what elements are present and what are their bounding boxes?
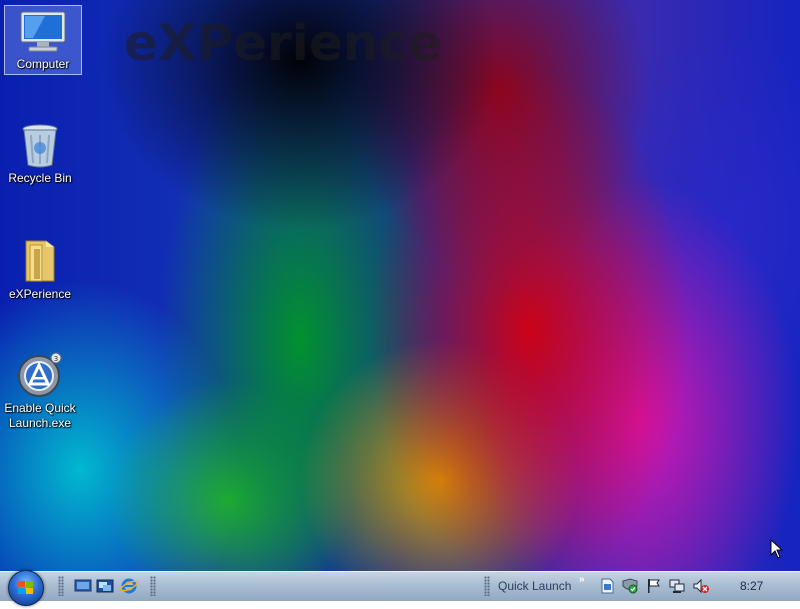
folder-icon <box>25 240 55 282</box>
network-icon[interactable] <box>668 578 686 594</box>
desktop-icon-label: Enable Quick Launch.exe <box>4 401 76 430</box>
start-orb-icon[interactable] <box>8 570 44 606</box>
wallpaper-wordmark: eXPerience <box>124 14 442 72</box>
desktop-icon-label: Recycle Bin <box>8 171 72 185</box>
toolbar-grip[interactable] <box>150 576 156 596</box>
action-center-flag-icon[interactable] <box>645 578 663 594</box>
toolbar-chevron-button[interactable]: » <box>579 574 585 585</box>
internet-explorer-icon[interactable] <box>120 578 138 594</box>
computer-icon <box>20 11 66 52</box>
volume-muted-icon[interactable] <box>692 578 710 594</box>
system-clock[interactable]: 8:27 <box>740 579 763 593</box>
switch-windows-icon[interactable] <box>96 578 114 594</box>
app-icon: 3 <box>18 352 62 397</box>
security-icon[interactable] <box>621 578 639 594</box>
document-icon[interactable] <box>598 578 616 594</box>
quick-launch-toolbar-label: Quick Launch <box>498 579 572 593</box>
toolbar-grip[interactable] <box>58 576 64 596</box>
toolbar-grip[interactable] <box>484 576 490 596</box>
show-desktop-icon[interactable] <box>74 578 92 594</box>
svg-text:3: 3 <box>54 355 58 363</box>
desktop-icon-recycle-bin[interactable]: Recycle Bin <box>2 120 78 186</box>
desktop-icon-label: eXPerience <box>8 287 72 301</box>
desktop-icon-label: Computer <box>16 57 70 71</box>
taskbar: Quick Launch » 8:27 <box>0 570 800 606</box>
desktop-icon-enable-quick-launch[interactable]: 3 Enable Quick Launch.exe <box>2 348 78 431</box>
recycle-bin-icon <box>22 124 58 168</box>
desktop-icon-experience-folder[interactable]: eXPerience <box>2 234 78 302</box>
mouse-cursor-icon <box>770 539 784 559</box>
desktop-icon-computer[interactable]: Computer <box>4 5 82 75</box>
desktop[interactable]: eXPerience Computer Recycle Bin eXPerien… <box>0 0 800 571</box>
